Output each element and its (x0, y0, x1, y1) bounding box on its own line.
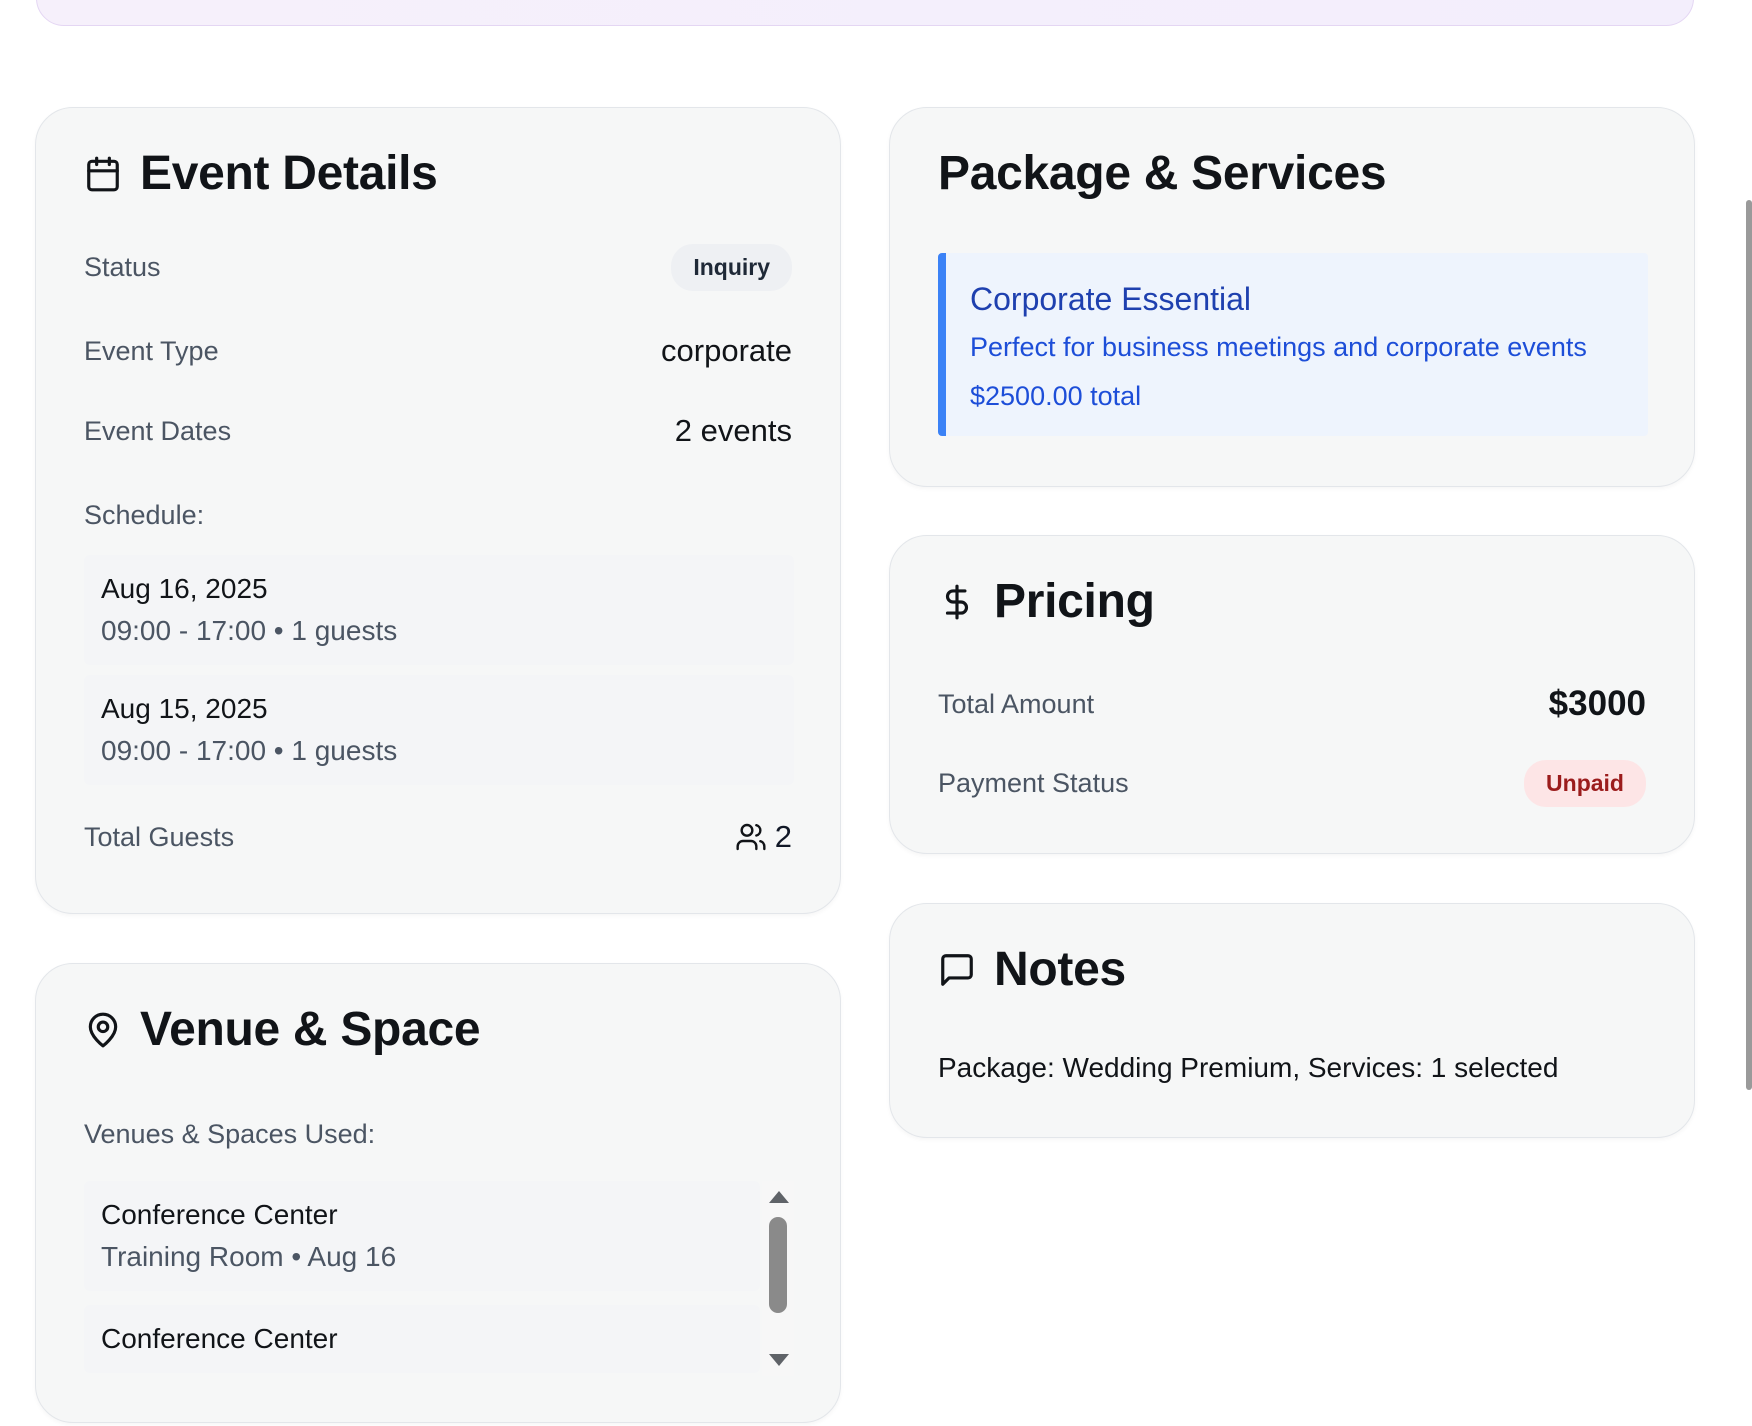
venues-used-label: Venues & Spaces Used: (84, 1119, 376, 1149)
pricing-header: Pricing (938, 574, 1155, 629)
venue-name: Conference Center (101, 1199, 338, 1230)
event-type-row: Event Type corporate (84, 333, 792, 369)
event-type-label: Event Type (84, 335, 219, 366)
map-pin-icon (84, 1011, 122, 1049)
venue-list[interactable]: Conference Center Training Room • Aug 16… (84, 1181, 794, 1376)
scroll-thumb[interactable] (769, 1217, 787, 1313)
status-label: Status (84, 252, 161, 282)
total-guests-row: Total Guests 2 (84, 819, 792, 855)
event-details-card: Event Details Status Inquiry Event Type … (35, 107, 841, 914)
schedule-label: Schedule: (84, 500, 205, 530)
users-icon (735, 821, 767, 853)
notes-text: Package: Wedding Premium, Services: 1 se… (938, 1052, 1559, 1083)
total-guests-value: 2 (774, 819, 792, 854)
venue-item: Conference Center (84, 1305, 760, 1373)
calendar-icon (84, 155, 122, 193)
schedule-details: 09:00 - 17:00 • 1 guests (101, 615, 398, 646)
event-type-value: corporate (661, 333, 792, 368)
scroll-up-arrow-icon[interactable] (769, 1191, 789, 1203)
dollar-icon (938, 583, 976, 621)
notes-title: Notes (994, 943, 1126, 996)
venue-details: Training Room • Aug 16 (101, 1241, 397, 1272)
total-guests-value-wrap: 2 (735, 819, 792, 855)
pricing-title: Pricing (994, 575, 1155, 628)
scroll-down-arrow-icon[interactable] (769, 1354, 789, 1366)
page: Event Details Status Inquiry Event Type … (0, 0, 1752, 1426)
payment-status-row: Payment Status Unpaid (938, 760, 1646, 807)
total-amount-label: Total Amount (938, 688, 1095, 719)
total-amount-value: $3000 (1548, 684, 1646, 723)
schedule-details: 09:00 - 17:00 • 1 guests (101, 735, 398, 766)
message-square-icon (938, 951, 976, 989)
event-dates-value: 2 events (674, 413, 792, 448)
schedule-date: Aug 16, 2025 (101, 573, 268, 604)
venue-title: Venue & Space (140, 1003, 481, 1056)
package-description: Perfect for business meetings and corpor… (970, 332, 1587, 362)
event-dates-label: Event Dates (84, 415, 232, 446)
pricing-card: Pricing Total Amount $3000 Payment Statu… (889, 535, 1695, 854)
payment-status-label: Payment Status (938, 768, 1129, 798)
package-title: Package & Services (938, 147, 1387, 200)
top-banner (36, 0, 1694, 26)
event-details-title: Event Details (140, 147, 438, 200)
schedule-date: Aug 15, 2025 (101, 693, 268, 724)
venue-name: Conference Center (101, 1323, 338, 1354)
page-scrollbar[interactable] (1746, 200, 1752, 1090)
payment-status-badge: Unpaid (1524, 760, 1646, 807)
total-guests-label: Total Guests (84, 821, 235, 852)
venue-card: Venue & Space Venues & Spaces Used: Conf… (35, 963, 841, 1423)
venue-header: Venue & Space (84, 1002, 481, 1057)
package-card: Package & Services Corporate Essential P… (889, 107, 1695, 487)
venue-item: Conference Center Training Room • Aug 16 (84, 1181, 760, 1291)
total-amount-row: Total Amount $3000 (938, 684, 1646, 724)
package-name: Corporate Essential (970, 281, 1252, 317)
event-dates-row: Event Dates 2 events (84, 413, 792, 449)
status-badge: Inquiry (671, 244, 792, 291)
package-header: Package & Services (938, 146, 1387, 201)
event-details-header: Event Details (84, 146, 438, 201)
notes-header: Notes (938, 942, 1126, 997)
schedule-item: Aug 15, 2025 09:00 - 17:00 • 1 guests (84, 675, 794, 785)
venue-list-scrollbar[interactable] (762, 1181, 794, 1376)
notes-card: Notes Package: Wedding Premium, Services… (889, 903, 1695, 1138)
package-box: Corporate Essential Perfect for business… (938, 253, 1648, 436)
status-row: Status Inquiry (84, 244, 792, 291)
package-price: $2500.00 total (970, 381, 1142, 411)
schedule-item: Aug 16, 2025 09:00 - 17:00 • 1 guests (84, 555, 794, 665)
